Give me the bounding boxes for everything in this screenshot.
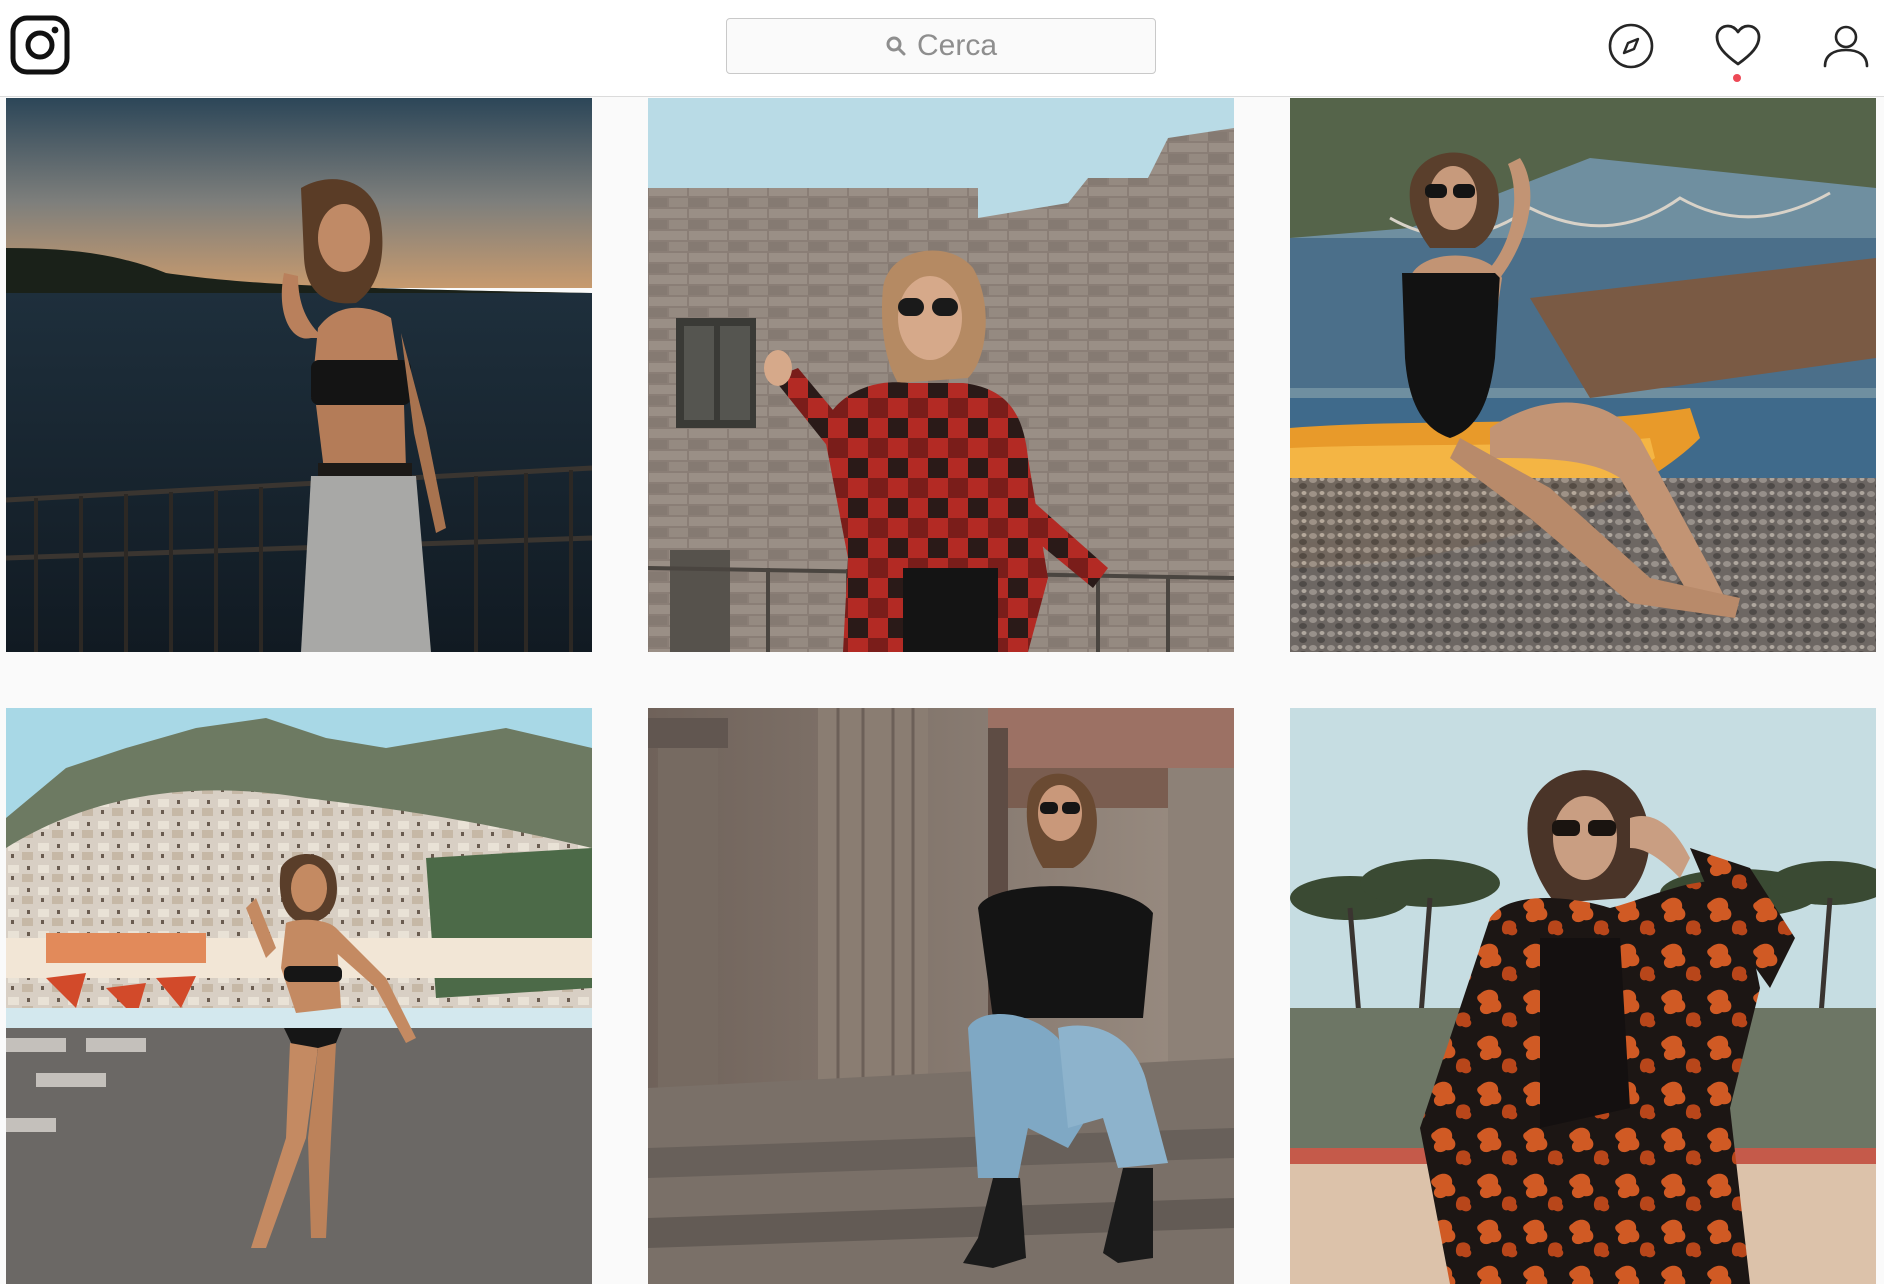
post-thumbnail[interactable] (648, 98, 1234, 652)
post-photo (648, 708, 1234, 1284)
post-photo (648, 98, 1234, 652)
compass-explore-icon[interactable] (1607, 22, 1655, 70)
post-thumbnail[interactable] (1290, 98, 1876, 652)
post-photo (1290, 708, 1876, 1284)
heart-activity-icon[interactable] (1714, 22, 1762, 70)
post-thumbnail[interactable] (6, 98, 592, 652)
user-profile-icon[interactable] (1822, 22, 1870, 70)
post-thumbnail[interactable] (1290, 708, 1876, 1284)
post-photo (6, 708, 592, 1284)
search-placeholder: Cerca (916, 29, 998, 62)
search-input[interactable]: Cerca (726, 18, 1156, 74)
post-photo (6, 98, 592, 652)
post-thumbnail[interactable] (6, 708, 592, 1284)
post-thumbnail[interactable] (648, 708, 1234, 1284)
top-navigation-bar: Cerca (0, 0, 1884, 97)
notification-dot (1733, 74, 1741, 82)
post-photo (1290, 98, 1876, 652)
search-icon (885, 35, 907, 57)
instagram-logo-icon[interactable] (10, 15, 70, 75)
